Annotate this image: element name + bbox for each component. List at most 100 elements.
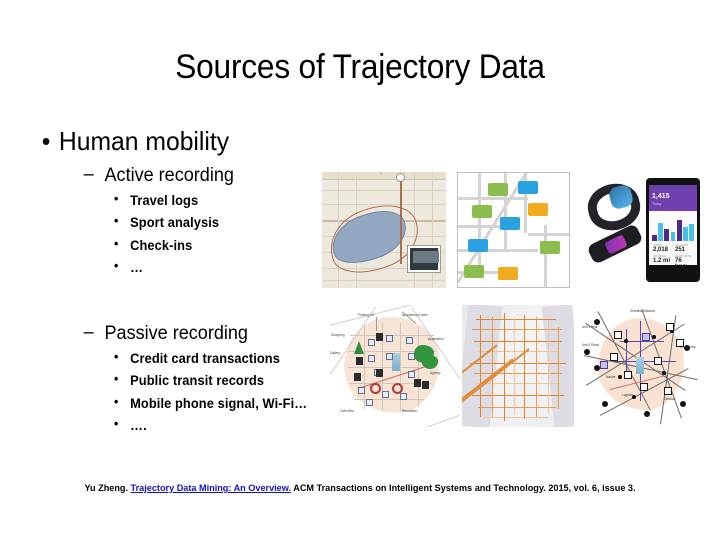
dash-glyph: –: [83, 321, 94, 343]
slide-title: Sources of Trajectory Data: [175, 48, 545, 86]
checkin-marker: [500, 217, 520, 230]
citation-author: Yu Zheng.: [84, 483, 129, 494]
poi-icon: [666, 323, 674, 331]
bullet-glyph: •: [114, 235, 119, 251]
map-label: Logistic: [622, 393, 633, 397]
figure-row-passive-recording: Parking Lot Apartment & hotel Shopping G…: [330, 305, 702, 427]
list-active-recording: • Travel logs • Sport analysis • Check-i…: [0, 190, 330, 276]
bullet-glyph: •: [114, 190, 119, 206]
map-label: Shortest Distance: [630, 309, 656, 313]
bullet-glyph: •: [114, 213, 119, 229]
map-pin-icon: [396, 173, 405, 182]
stat-cell: STEPS 2,018: [651, 243, 673, 254]
list-item: • Public transit records: [0, 371, 314, 388]
slide-body: • Human mobility – Active recording • Tr…: [0, 126, 330, 442]
bullet-level2-label: Passive recording: [104, 322, 248, 344]
ring-marker: [370, 383, 381, 394]
tower-icon: [636, 357, 644, 374]
poi-icon-highlighted: [642, 333, 650, 341]
poi-illustrated-map-image: Parking Lot Apartment & hotel Shopping G…: [330, 305, 460, 427]
bullet-glyph: •: [114, 258, 119, 274]
dash-glyph: –: [83, 164, 94, 186]
bullet-glyph: •: [41, 126, 51, 156]
checkin-marker: [472, 205, 492, 218]
ring-marker: [392, 383, 403, 394]
checkin-marker: [488, 183, 508, 196]
travel-log-map-image: [322, 172, 446, 288]
list-passive-recording: • Credit card transactions • Public tran…: [0, 348, 330, 434]
list-item: • Sport analysis: [0, 213, 314, 230]
poi-icon-highlighted: [600, 361, 608, 369]
bullet-glyph: •: [114, 416, 119, 432]
geotagged-photo-thumbnail: [408, 246, 440, 272]
map-label: Outdoor: [664, 397, 676, 401]
bullet-level2-passive-recording: – Passive recording: [0, 321, 314, 346]
stat-value: 1.2 mi: [653, 258, 671, 264]
map-label: Road entry: [680, 345, 696, 349]
map-label: Gallery: [330, 351, 341, 355]
bullet-level2-active-recording: – Active recording: [0, 164, 314, 188]
checkin-marker: [468, 239, 488, 252]
map-label: Cafe/Villa: [340, 409, 354, 413]
check-in-map-image: [457, 172, 570, 288]
stat-value: 251: [675, 247, 686, 253]
poi-icon: [354, 373, 361, 381]
checkin-marker: [528, 203, 548, 216]
route-line: [400, 176, 402, 264]
poi-icon: [400, 393, 407, 400]
map-label: Parking Lot: [358, 313, 375, 317]
transit-density-map-image: [462, 305, 574, 427]
poi-icon: [386, 353, 393, 360]
checkin-marker: [464, 265, 484, 278]
map-label: Agency: [430, 371, 441, 375]
poi-icon: [376, 333, 383, 341]
bullet-glyph: •: [114, 348, 119, 364]
list-item: • …: [0, 258, 314, 276]
figure-row-active-recording: 1,415 Today STEPS 2,018 CALORIES 251 DIS…: [322, 172, 702, 288]
poi-icon: [408, 371, 415, 378]
poi-icon: [664, 387, 672, 395]
tower-icon: [392, 353, 400, 371]
activity-bar-chart: [649, 211, 697, 241]
map-label: Nature: [606, 375, 616, 379]
poi-icon: [640, 383, 648, 391]
phone-nav-bar: [649, 265, 697, 273]
poi-icon: [386, 335, 393, 342]
figure-spacer: [570, 172, 580, 288]
poi-icon: [614, 331, 622, 339]
checkin-marker: [518, 181, 538, 194]
poi-icon: [382, 391, 389, 398]
list-item: • Credit card transactions: [0, 348, 314, 366]
poi-icon: [406, 337, 413, 344]
list-item-label: ….: [130, 418, 147, 434]
list-item-label: Credit card transactions: [130, 350, 280, 366]
list-item: • Check-ins: [0, 235, 314, 253]
phone-device: 1,415 Today STEPS 2,018 CALORIES 251 DIS…: [646, 178, 700, 282]
list-item-label: Travel logs: [130, 192, 199, 208]
app-headline: 1,415: [652, 193, 670, 200]
bullet-level2-label: Active recording: [104, 165, 234, 187]
poi-icon: [624, 371, 632, 379]
citation-link[interactable]: Trajectory Data Mining: An Overview.: [131, 483, 292, 494]
poi-icon: [368, 355, 375, 362]
poi-icon: [366, 399, 373, 406]
list-item-label: Mobile phone signal, Wi-Fi…: [130, 395, 308, 411]
bullet-glyph: •: [114, 393, 119, 409]
figure-spacer: [446, 172, 457, 288]
list-item: • ….: [0, 416, 314, 434]
map-toolbar: [322, 172, 446, 180]
cellular-network-map-image: Shortest Distance Unit 1 Year Unit 2 Roa…: [580, 305, 702, 427]
poi-icon: [368, 339, 375, 346]
fitness-band-phone-image: 1,415 Today STEPS 2,018 CALORIES 251 DIS…: [580, 172, 702, 288]
poi-icon: [376, 369, 383, 377]
bullet-glyph: •: [114, 371, 119, 387]
list-item-label: …: [130, 260, 144, 276]
network-node: [644, 411, 650, 417]
map-label: Recreation: [402, 409, 418, 413]
list-item: • Mobile phone signal, Wi-Fi…: [0, 393, 314, 411]
poi-icon: [408, 353, 415, 360]
list-item: • Travel logs: [0, 190, 314, 208]
network-node: [602, 401, 608, 407]
stat-value: 2,018: [653, 247, 669, 253]
poi-icon: [422, 381, 429, 389]
